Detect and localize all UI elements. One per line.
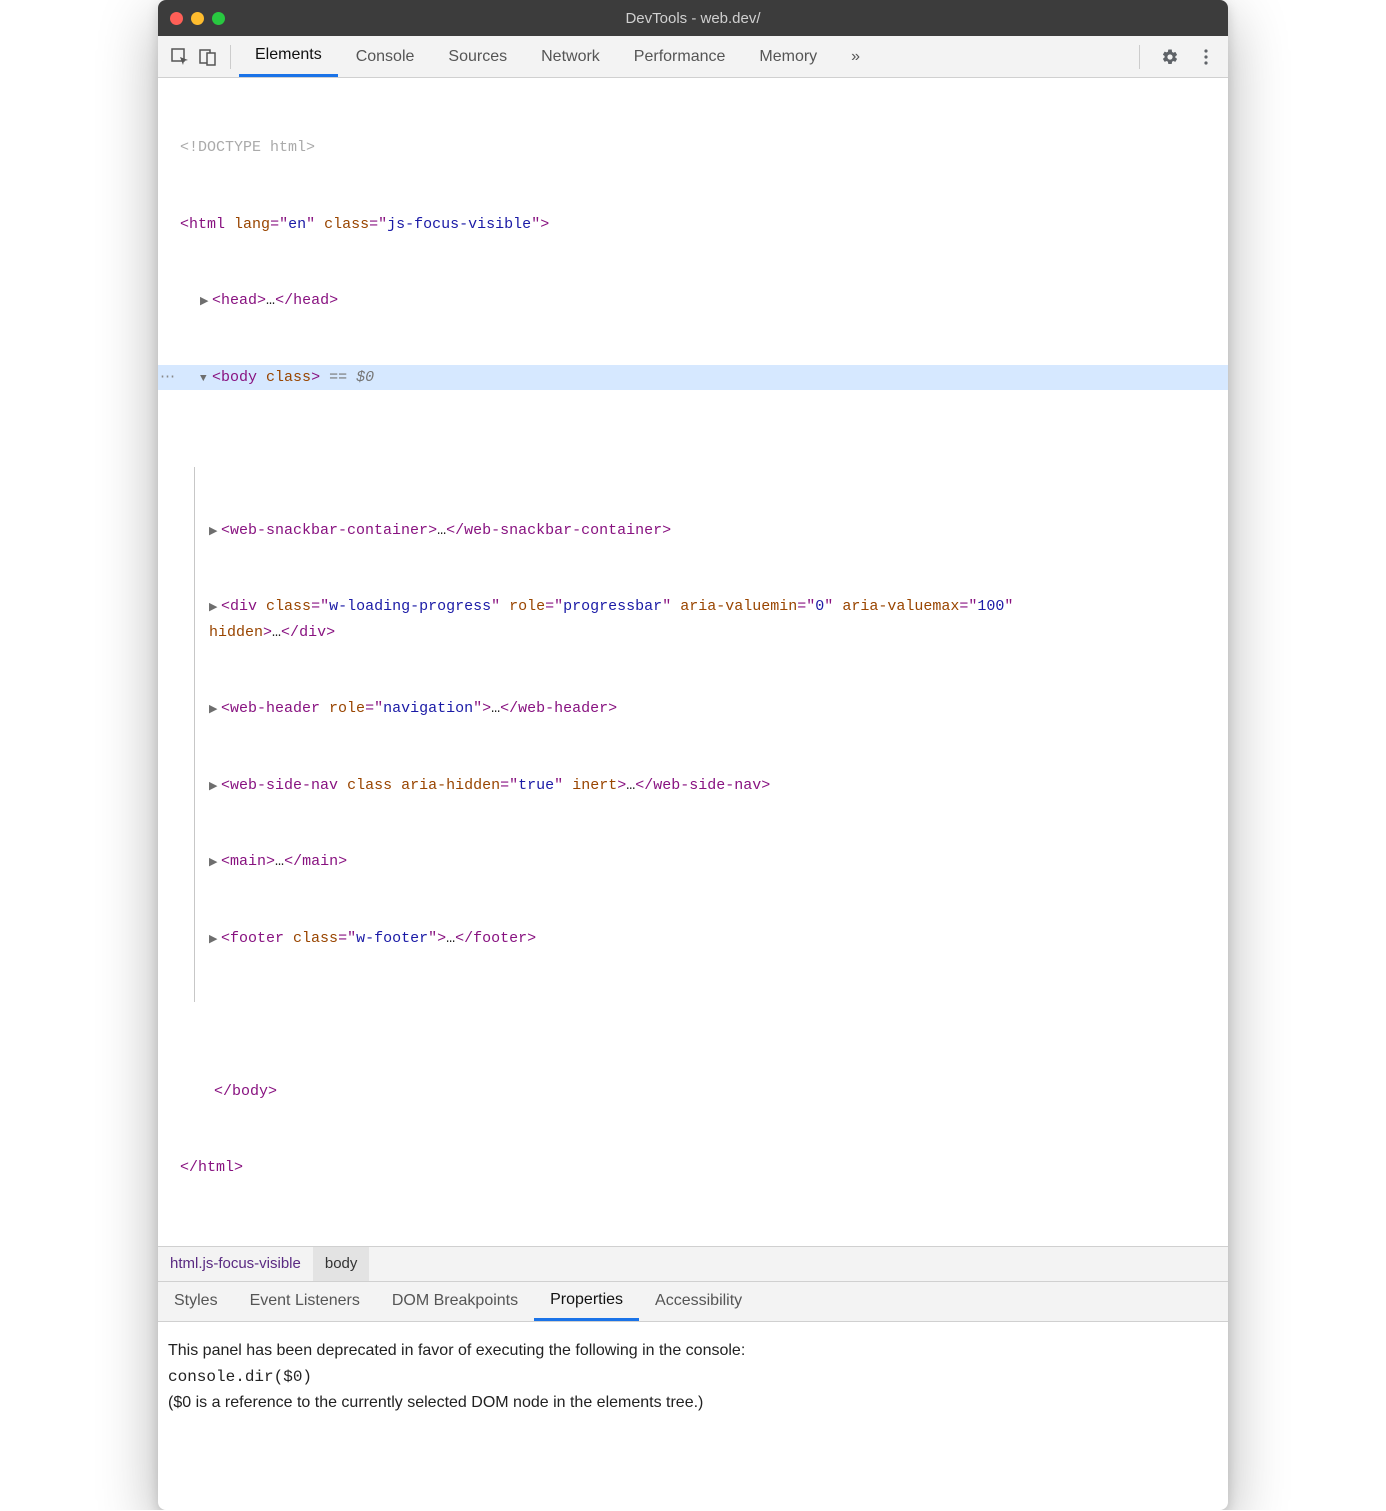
subtab-accessibility[interactable]: Accessibility bbox=[639, 1282, 758, 1321]
overflow-icon[interactable]: ⋯ bbox=[158, 365, 175, 391]
toolbar-divider bbox=[1139, 45, 1140, 69]
dom-child[interactable]: ▶<main>…</main> bbox=[209, 849, 1228, 875]
subtab-event-listeners[interactable]: Event Listeners bbox=[234, 1282, 376, 1321]
toolbar-divider bbox=[230, 45, 231, 69]
gear-icon[interactable] bbox=[1156, 43, 1184, 71]
tab-performance[interactable]: Performance bbox=[618, 36, 742, 77]
collapse-icon[interactable]: ▼ bbox=[200, 370, 212, 389]
titlebar: DevTools - web.dev/ bbox=[158, 0, 1228, 36]
toolbar: Elements Console Sources Network Perform… bbox=[158, 36, 1228, 78]
tab-overflow[interactable]: » bbox=[835, 36, 876, 77]
breadcrumb: html.js-focus-visible body bbox=[158, 1246, 1228, 1282]
device-toolbar-icon[interactable] bbox=[194, 43, 222, 71]
expand-icon[interactable]: ▶ bbox=[209, 599, 221, 618]
crumb-body[interactable]: body bbox=[313, 1247, 370, 1281]
minimize-button[interactable] bbox=[191, 12, 204, 25]
main-tabs: Elements Console Sources Network Perform… bbox=[239, 36, 876, 77]
tab-memory[interactable]: Memory bbox=[743, 36, 833, 77]
expand-icon[interactable]: ▶ bbox=[209, 854, 221, 873]
dom-child[interactable]: ▶<footer class="w-footer">…</footer> bbox=[209, 926, 1228, 952]
properties-panel: This panel has been deprecated in favor … bbox=[158, 1322, 1228, 1510]
subtab-styles[interactable]: Styles bbox=[158, 1282, 234, 1321]
subtab-properties[interactable]: Properties bbox=[534, 1282, 639, 1321]
toolbar-right bbox=[1131, 43, 1220, 71]
window-title: DevTools - web.dev/ bbox=[158, 10, 1228, 27]
devtools-window: DevTools - web.dev/ Elements Console Sou… bbox=[158, 0, 1228, 1510]
dom-child[interactable]: ▶<web-side-nav class aria-hidden="true" … bbox=[209, 773, 1228, 799]
close-button[interactable] bbox=[170, 12, 183, 25]
dom-child[interactable]: ▶<div class="w-loading-progress" role="p… bbox=[209, 594, 1228, 645]
dom-html-close[interactable]: </html> bbox=[158, 1155, 1228, 1181]
more-icon[interactable] bbox=[1192, 43, 1220, 71]
dom-doctype[interactable]: <!DOCTYPE html> bbox=[158, 135, 1228, 161]
expand-icon[interactable]: ▶ bbox=[209, 701, 221, 720]
dom-body-children: ▶<web-snackbar-container>…</web-snackbar… bbox=[194, 467, 1228, 1003]
dom-head[interactable]: ▶<head>…</head> bbox=[158, 288, 1228, 314]
deprecation-code: console.dir($0) bbox=[168, 1368, 1218, 1386]
deprecation-note: ($0 is a reference to the currently sele… bbox=[168, 1394, 1218, 1412]
dom-child[interactable]: ▶<web-snackbar-container>…</web-snackbar… bbox=[209, 518, 1228, 544]
dom-child[interactable]: ▶<web-header role="navigation">…</web-he… bbox=[209, 696, 1228, 722]
traffic-lights bbox=[170, 12, 225, 25]
dom-body-close[interactable]: </body> bbox=[158, 1079, 1228, 1105]
inspect-element-icon[interactable] bbox=[166, 43, 194, 71]
tab-console[interactable]: Console bbox=[340, 36, 431, 77]
expand-icon[interactable]: ▶ bbox=[200, 293, 212, 312]
subtabs: Styles Event Listeners DOM Breakpoints P… bbox=[158, 1282, 1228, 1322]
expand-icon[interactable]: ▶ bbox=[209, 523, 221, 542]
dom-body-open[interactable]: ⋯▼<body class> == $0 bbox=[158, 365, 1228, 391]
dom-tree[interactable]: <!DOCTYPE html> <html lang="en" class="j… bbox=[158, 78, 1228, 1246]
tab-elements[interactable]: Elements bbox=[239, 36, 338, 77]
dom-html-open[interactable]: <html lang="en" class="js-focus-visible"… bbox=[158, 212, 1228, 238]
crumb-html[interactable]: html.js-focus-visible bbox=[158, 1247, 313, 1281]
deprecation-text: This panel has been deprecated in favor … bbox=[168, 1342, 1218, 1360]
expand-icon[interactable]: ▶ bbox=[209, 778, 221, 797]
maximize-button[interactable] bbox=[212, 12, 225, 25]
subtab-dom-breakpoints[interactable]: DOM Breakpoints bbox=[376, 1282, 534, 1321]
tab-sources[interactable]: Sources bbox=[432, 36, 523, 77]
expand-icon[interactable]: ▶ bbox=[209, 931, 221, 950]
tab-network[interactable]: Network bbox=[525, 36, 616, 77]
